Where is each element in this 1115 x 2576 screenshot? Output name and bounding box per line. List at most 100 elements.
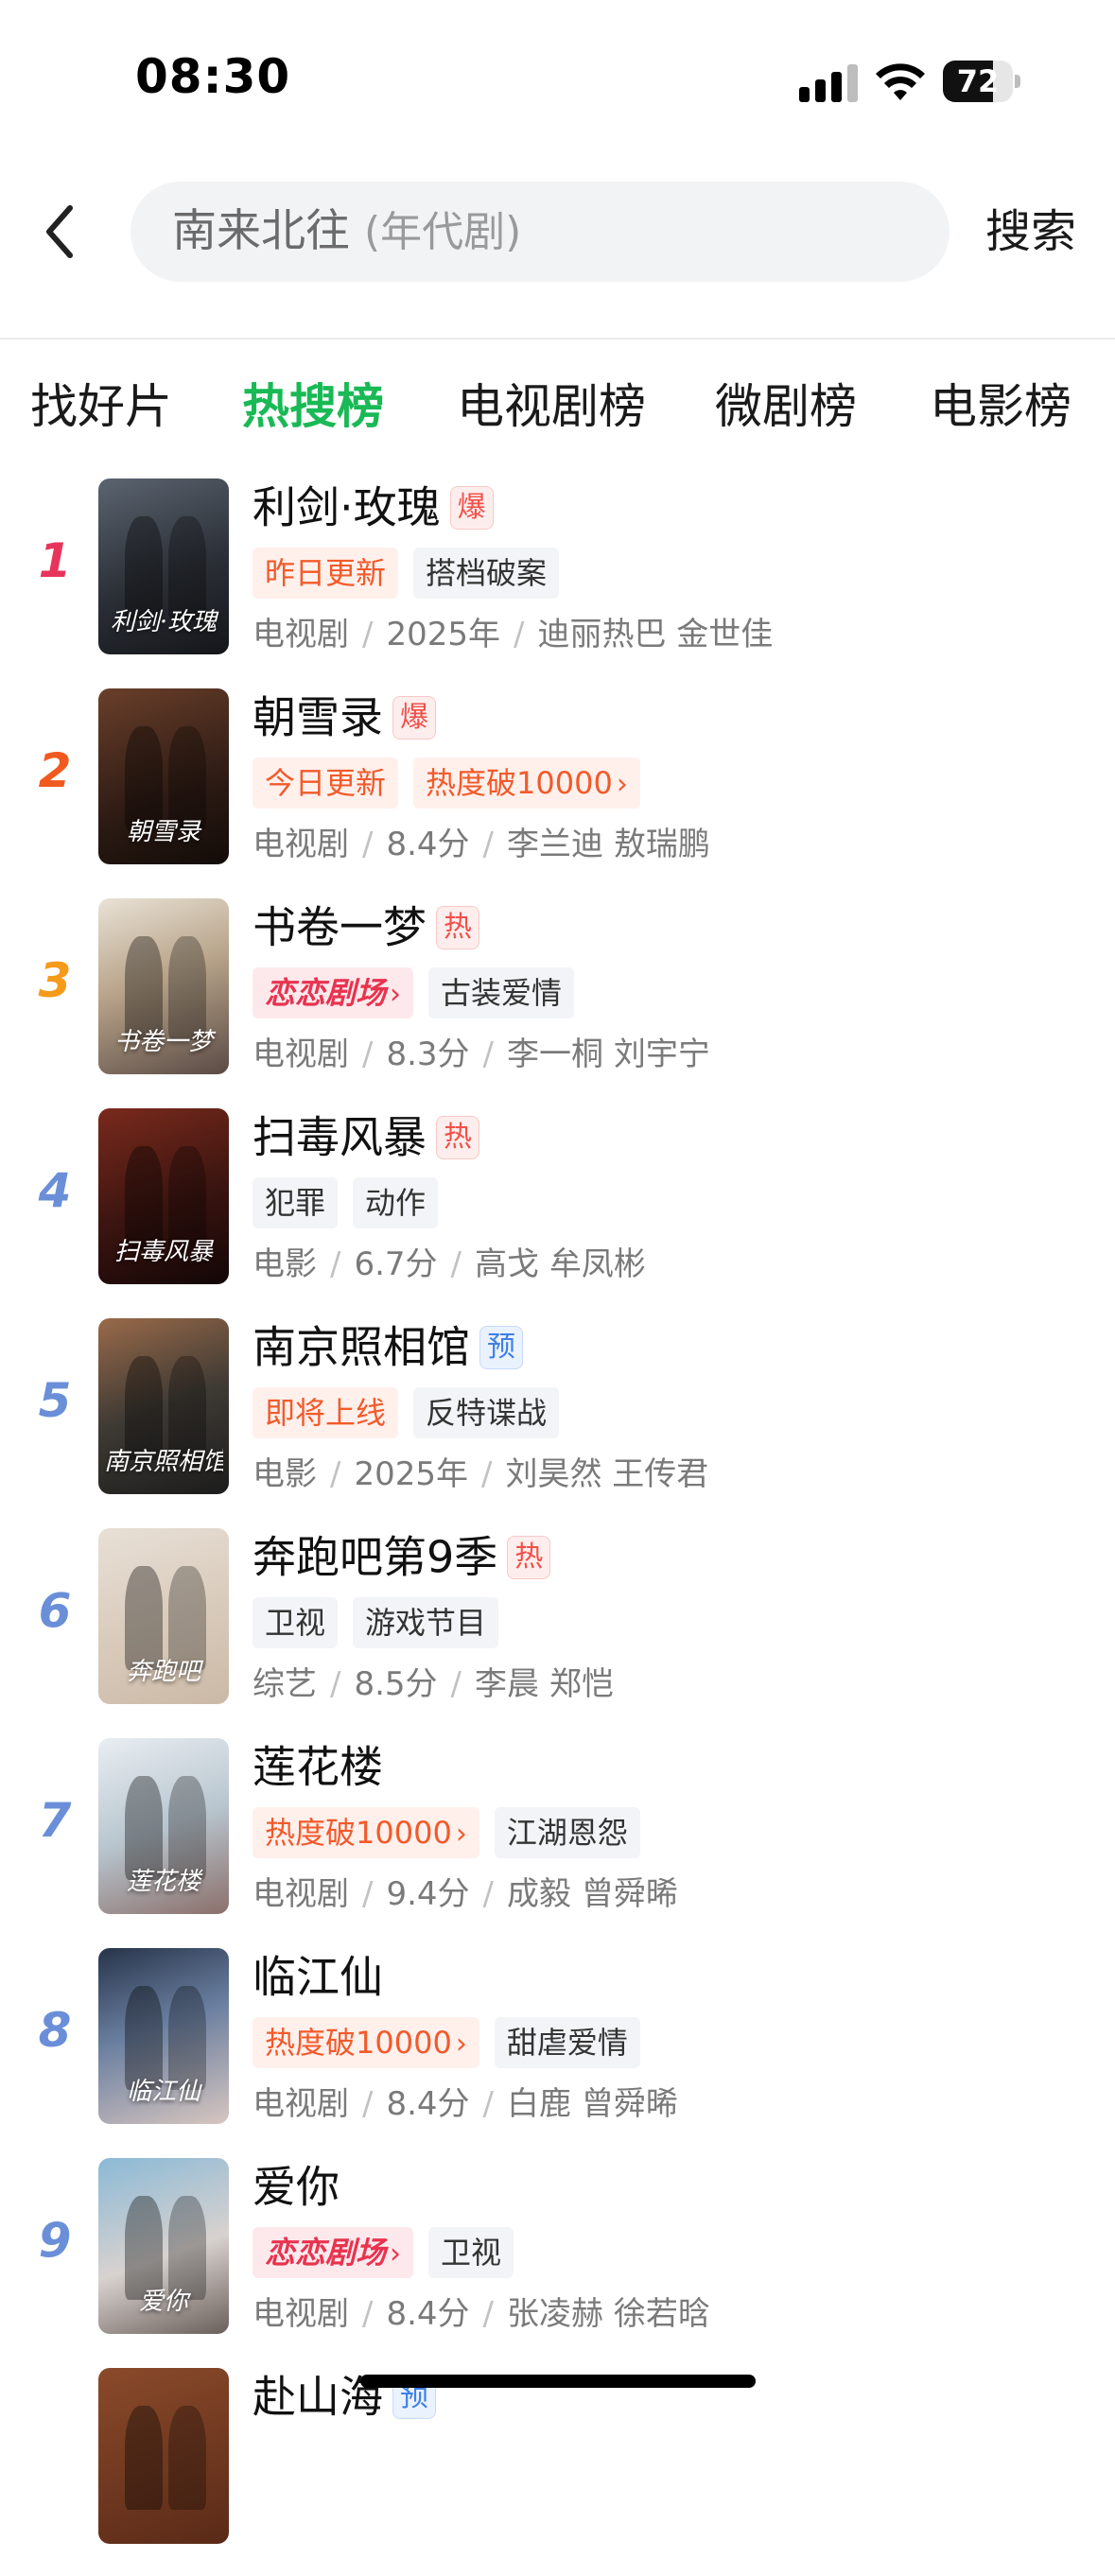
genre-tag: 卫视	[253, 1597, 339, 1648]
show-title[interactable]: 南京照相馆	[253, 1322, 470, 1373]
list-item[interactable]: 5 南京照相馆 南京照相馆预即将上线 反特谍战 电影/2025年 / 刘昊然 王传君	[0, 1316, 1115, 1526]
poster-thumbnail[interactable]: 莲花楼	[98, 1738, 229, 1914]
poster-thumbnail[interactable]: 南京照相馆	[98, 1318, 229, 1494]
title-row: 爱你	[253, 2156, 340, 2217]
romance-theater-tag[interactable]: 恋恋剧场 ›	[253, 967, 414, 1018]
list-item[interactable]: 2 朝雪录 朝雪录爆今日更新 热度破10000 › 电视剧/8.4分 / 李兰迪 敖瑞鹏	[0, 687, 1115, 896]
tag-row: 恋恋剧场 › 古装爱情	[253, 967, 589, 1020]
meta-separator: /	[330, 1245, 341, 1283]
chevron-right-icon: ›	[390, 2237, 402, 2271]
meta-info: 电视剧 / 8.4分 / 张凌赫 徐若晗	[253, 2289, 710, 2340]
tag-row: 卫视 游戏节目	[253, 1597, 514, 1650]
show-title[interactable]: 扫毒风暴	[253, 1112, 427, 1163]
rank-number: 3	[38, 953, 72, 1008]
status-time: 08:30	[135, 49, 291, 104]
rank-number: 1	[38, 533, 72, 588]
list-item[interactable]: 4 扫毒风暴 扫毒风暴热犯罪 动作 电影/6.7分 / 高戈 牟凤彬	[0, 1106, 1115, 1316]
tag-label: 热度破10000	[265, 2025, 452, 2061]
poster-thumbnail[interactable]: 临江仙	[98, 1948, 229, 2124]
hot-badge: 热	[507, 1535, 551, 1579]
meta-separator: /	[362, 826, 374, 863]
meta-separator: /	[482, 2085, 495, 2123]
tag-label: 反特谍战	[426, 1395, 548, 1431]
tab-movie-list[interactable]: 电影榜	[930, 369, 1071, 444]
rank-number: 2	[38, 743, 72, 798]
tab-hot-search-list[interactable]: 热搜榜	[242, 369, 384, 444]
meta-separator: /	[330, 1665, 341, 1703]
list-item[interactable]: 9 爱你 爱你 恋恋剧场 › 卫视 电视剧/8.4分 / 张凌赫 徐若晗	[0, 2156, 1115, 2366]
tag-row: 昨日更新 搭档破案	[253, 548, 574, 600]
show-title[interactable]: 临江仙	[253, 1952, 383, 2003]
list-item[interactable]: 1 利剑·玫瑰 利剑·玫瑰爆昨日更新 搭档破案 电视剧/2025年 / 迪丽热巴 金世佳	[0, 477, 1115, 687]
list-item[interactable]: 7 莲花楼 莲花楼 热度破10000 › 江湖恩怨 电视剧/9.4分 / 成毅 曾舜晞	[0, 1736, 1115, 1946]
tab-micro-drama-list[interactable]: 微剧榜	[715, 369, 857, 444]
poster-title-art: 书卷一梦	[113, 1028, 213, 1056]
list-item[interactable]: 赴山海预	[0, 2366, 1115, 2576]
header-divider	[0, 338, 1115, 339]
back-arrow-icon[interactable]	[38, 199, 85, 265]
poster-thumbnail[interactable]: 爱你	[98, 2158, 229, 2334]
meta-separator: /	[514, 616, 525, 653]
show-title[interactable]: 朝雪录	[253, 692, 383, 743]
tag-label: 热度破10000	[426, 765, 613, 801]
search-query: 南来北往	[172, 205, 350, 257]
chevron-right-icon: ›	[390, 978, 402, 1011]
chevron-right-icon: ›	[616, 768, 628, 801]
status-bar: 08:30 72	[0, 0, 1115, 161]
content-type: 电视剧	[253, 616, 349, 653]
poster-thumbnail[interactable]: 书卷一梦	[98, 898, 229, 1074]
wifi-icon	[876, 63, 925, 100]
score-or-year: 8.4分	[386, 826, 470, 863]
chevron-right-icon: ›	[455, 2028, 467, 2061]
genre-tag: 今日更新	[253, 757, 399, 809]
search-input-text: 南来北往 (年代剧)	[172, 182, 521, 282]
list-item[interactable]: 3 书卷一梦 书卷一梦热恋恋剧场 › 古装爱情 电视剧/8.3分 / 李一桐 刘宇宁	[0, 896, 1115, 1106]
search-button[interactable]: 搜索	[985, 199, 1076, 265]
show-title[interactable]: 利剑·玫瑰	[253, 482, 441, 533]
genre-tag: 动作	[353, 1177, 439, 1228]
genre-tag: 犯罪	[253, 1177, 339, 1228]
meta-info: 电视剧 / 2025年 / 迪丽热巴 金世佳	[253, 609, 773, 660]
poster-thumbnail[interactable]: 利剑·玫瑰	[98, 479, 229, 654]
content-type: 电影	[253, 1455, 317, 1493]
popularity-tag[interactable]: 热度破10000 ›	[253, 2017, 479, 2068]
hot-badge: 热	[436, 1115, 479, 1159]
meta-separator: /	[482, 1875, 495, 1913]
meta-separator: /	[481, 1455, 493, 1493]
poster-thumbnail[interactable]	[98, 2368, 229, 2544]
tab-find-good-shows[interactable]: 找好片	[30, 369, 172, 444]
search-input[interactable]: 南来北往 (年代剧)	[131, 182, 949, 282]
show-title[interactable]: 爱你	[253, 2162, 340, 2213]
show-title[interactable]: 莲花楼	[253, 1742, 383, 1793]
popularity-tag[interactable]: 热度破10000 ›	[413, 757, 640, 809]
show-title[interactable]: 奔跑吧第9季	[253, 1532, 497, 1583]
poster-title-art: 临江仙	[126, 2078, 200, 2106]
poster-title-art: 南京照相馆	[104, 1448, 223, 1476]
cast-names: 高戈 牟凤彬	[475, 1245, 646, 1283]
title-row: 莲花楼	[253, 1736, 383, 1797]
meta-separator: /	[482, 1036, 495, 1073]
poster-thumbnail[interactable]: 朝雪录	[98, 688, 229, 864]
tag-label: 恋恋剧场	[265, 975, 387, 1011]
poster-thumbnail[interactable]: 奔跑吧	[98, 1528, 229, 1704]
title-row: 临江仙	[253, 1946, 383, 2007]
show-title[interactable]: 书卷一梦	[253, 902, 427, 953]
title-row: 书卷一梦热	[253, 896, 479, 957]
meta-separator: /	[362, 2085, 374, 2123]
tab-tv-series-list[interactable]: 电视剧榜	[457, 369, 646, 444]
rank-number: 7	[38, 1793, 72, 1848]
list-item[interactable]: 6 奔跑吧 奔跑吧第9季热卫视 游戏节目 综艺 / 8.5分 / 李晨 郑恺	[0, 1526, 1115, 1736]
popularity-tag[interactable]: 热度破10000 ›	[253, 1807, 479, 1858]
title-row: 奔跑吧第9季热	[253, 1526, 551, 1587]
tag-row: 即将上线 反特谍战	[253, 1387, 574, 1440]
meta-info: 电视剧 / 8.4分 / 白鹿 曾舜晞	[253, 2079, 678, 2130]
poster-thumbnail[interactable]: 扫毒风暴	[98, 1108, 229, 1284]
romance-theater-tag[interactable]: 恋恋剧场 ›	[253, 2227, 414, 2278]
rank-number: 8	[38, 2003, 72, 2058]
meta-separator: /	[450, 1665, 462, 1703]
list-item[interactable]: 8 临江仙 临江仙 热度破10000 › 甜虐爱情 电视剧/8.4分 / 白鹿 曾舜晞	[0, 1946, 1115, 2156]
tag-label: 热度破10000	[265, 1815, 452, 1851]
title-row: 南京照相馆预	[253, 1316, 523, 1377]
home-indicator	[360, 2375, 756, 2388]
tag-label: 即将上线	[265, 1395, 387, 1431]
